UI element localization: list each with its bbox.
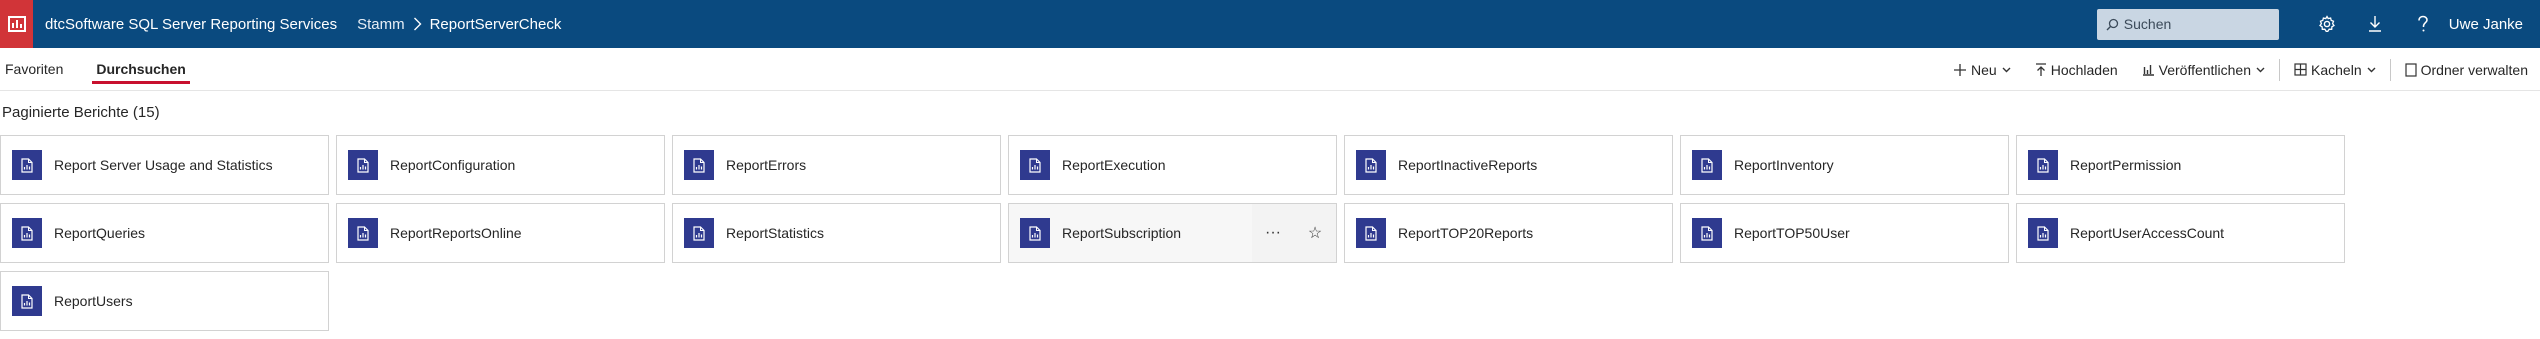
report-icon — [1692, 218, 1722, 248]
report-name: ReportInactiveReports — [1398, 157, 1538, 173]
report-tile[interactable]: ReportErrors — [672, 135, 1001, 195]
report-name: ReportUserAccessCount — [2070, 225, 2225, 241]
section-title: Paginierte Berichte (15) — [2, 104, 160, 121]
toolbar-divider — [2279, 58, 2281, 81]
report-tile[interactable]: ReportExecution — [1008, 135, 1337, 195]
report-icon — [1020, 150, 1050, 180]
report-name: ReportTOP20Reports — [1398, 225, 1534, 241]
help-button[interactable] — [2399, 0, 2447, 48]
report-name: ReportInventory — [1734, 157, 1834, 173]
report-name: ReportPermission — [2070, 157, 2182, 173]
report-tile[interactable]: ReportPermission — [2016, 135, 2345, 195]
new-button[interactable]: Neu — [1941, 48, 2023, 91]
report-name: ReportStatistics — [726, 225, 825, 241]
bar-chart-icon — [2142, 65, 2154, 76]
tab-browse[interactable]: Durchsuchen — [92, 48, 191, 91]
plus-icon — [1954, 63, 1967, 76]
chevron-down-icon — [2367, 67, 2376, 72]
upload-label: Hochladen — [2050, 61, 2118, 78]
download-button[interactable] — [2351, 0, 2399, 48]
report-icon — [12, 150, 42, 180]
publish-label: Veröffentlichen — [2158, 61, 2252, 78]
report-icon — [2028, 150, 2058, 180]
user-name[interactable]: Uwe Janke — [2449, 16, 2523, 33]
search-input[interactable]: Suchen — [2096, 8, 2279, 40]
manage-label: Ordner verwalten — [2420, 61, 2528, 78]
chevron-down-icon — [2002, 67, 2011, 72]
report-icon — [12, 286, 42, 316]
report-icon — [1356, 218, 1386, 248]
report-grid: Report Server Usage and Statistics Repor… — [0, 135, 2345, 331]
upload-button[interactable]: Hochladen — [2023, 48, 2130, 91]
report-icon — [684, 150, 714, 180]
breadcrumb: Stamm ReportServerCheck — [357, 16, 561, 33]
chevron-down-icon — [2256, 67, 2265, 72]
report-icon — [348, 218, 378, 248]
report-name: ReportTOP50User — [1734, 225, 1850, 241]
report-tile[interactable]: ReportInventory — [1680, 135, 2009, 195]
app-logo[interactable] — [0, 0, 33, 48]
page-icon — [2405, 62, 2417, 77]
report-tile[interactable]: ReportSubscription ··· ☆ — [1008, 203, 1337, 263]
report-name: ReportSubscription — [1062, 225, 1182, 241]
help-icon — [2418, 15, 2428, 32]
breadcrumb-current: ReportServerCheck — [429, 15, 562, 33]
report-name: ReportReportsOnline — [390, 225, 522, 241]
new-label: Neu — [1971, 61, 1997, 78]
report-icon — [12, 218, 42, 248]
report-tile[interactable]: Report Server Usage and Statistics — [0, 135, 329, 195]
search-placeholder: Suchen — [2123, 16, 2172, 32]
tiles-icon — [2294, 63, 2307, 76]
report-tile[interactable]: ReportReportsOnline — [336, 203, 665, 263]
chevron-right-icon — [413, 17, 422, 31]
report-tile[interactable]: ReportConfiguration — [336, 135, 665, 195]
report-icon — [1020, 218, 1050, 248]
report-icon — [2028, 218, 2058, 248]
report-logo-icon — [7, 16, 26, 32]
view-tiles-button[interactable]: Kacheln — [2282, 48, 2388, 91]
report-tile[interactable]: ReportUserAccessCount — [2016, 203, 2345, 263]
top-bar: dtcSoftware SQL Server Reporting Service… — [0, 0, 2540, 48]
report-tile[interactable]: ReportQueries — [0, 203, 329, 263]
more-options-icon[interactable]: ··· — [1252, 204, 1294, 262]
favorite-star-icon[interactable]: ☆ — [1294, 204, 1336, 262]
report-icon — [348, 150, 378, 180]
upload-icon — [2035, 62, 2046, 76]
tile-hover-tools: ··· ☆ — [1252, 204, 1336, 262]
app-title[interactable]: dtcSoftware SQL Server Reporting Service… — [45, 16, 337, 33]
report-tile[interactable]: ReportTOP20Reports — [1344, 203, 1673, 263]
view-label: Kacheln — [2311, 61, 2362, 78]
report-tile[interactable]: ReportUsers — [0, 271, 329, 331]
search-icon — [2106, 18, 2118, 30]
report-icon — [1356, 150, 1386, 180]
report-tile[interactable]: ReportStatistics — [672, 203, 1001, 263]
toolbar-divider — [2389, 58, 2391, 81]
manage-folder-button[interactable]: Ordner verwalten — [2393, 48, 2540, 91]
report-name: ReportUsers — [54, 293, 133, 309]
download-icon — [2368, 16, 2381, 32]
report-name: ReportErrors — [726, 157, 807, 173]
report-name: ReportQueries — [54, 225, 146, 241]
publish-button[interactable]: Veröffentlichen — [2130, 48, 2277, 91]
report-name: ReportConfiguration — [390, 157, 516, 173]
report-name: Report Server Usage and Statistics — [54, 157, 273, 173]
report-icon — [684, 218, 714, 248]
settings-button[interactable] — [2303, 0, 2351, 48]
report-icon — [1692, 150, 1722, 180]
report-tile[interactable]: ReportInactiveReports — [1344, 135, 1673, 195]
breadcrumb-root[interactable]: Stamm — [357, 16, 405, 33]
settings-icon — [2318, 15, 2335, 32]
report-name: ReportExecution — [1062, 157, 1166, 173]
report-tile[interactable]: ReportTOP50User — [1680, 203, 2009, 263]
tab-favorites[interactable]: Favoriten — [5, 48, 63, 91]
command-bar: Favoriten Durchsuchen Neu Hochladen Verö… — [0, 48, 2540, 91]
